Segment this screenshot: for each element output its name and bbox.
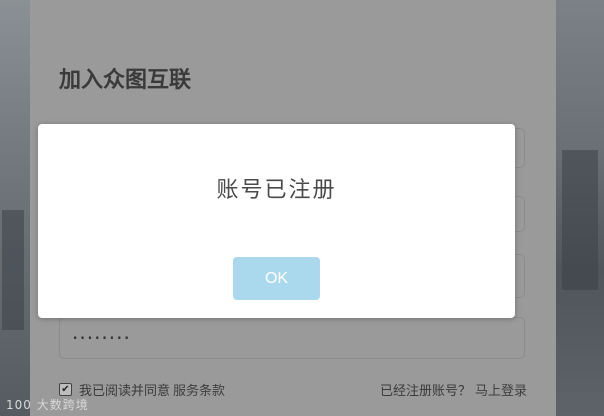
dialog-message: 账号已注册 (216, 178, 337, 203)
agreement-label: 我已阅读并同意 (79, 384, 171, 399)
background-left-strip (0, 0, 30, 416)
page-title: 加入众图互联 (59, 68, 192, 93)
confirm-password-field[interactable] (59, 317, 525, 359)
background-building (562, 150, 598, 290)
login-link[interactable]: 马上登录 (475, 384, 527, 399)
confirm-password-input[interactable] (60, 318, 524, 358)
agreement-text: 我已阅读并同意 服务条款 (79, 380, 225, 399)
terms-link[interactable]: 服务条款 (173, 384, 225, 399)
agree-checkbox[interactable]: ✔ (59, 383, 72, 396)
agreement-row: ✔ 我已阅读并同意 服务条款 已经注册账号？ 马上登录 (59, 380, 527, 400)
login-prompt: 已经注册账号？ 马上登录 (380, 380, 527, 399)
background-building (2, 210, 24, 330)
ok-button[interactable]: OK (233, 257, 320, 300)
alert-dialog: 账号已注册 OK (38, 124, 515, 318)
login-question: 已经注册账号？ (379, 384, 471, 399)
watermark-logo: 100 大数跨境 (6, 398, 89, 412)
